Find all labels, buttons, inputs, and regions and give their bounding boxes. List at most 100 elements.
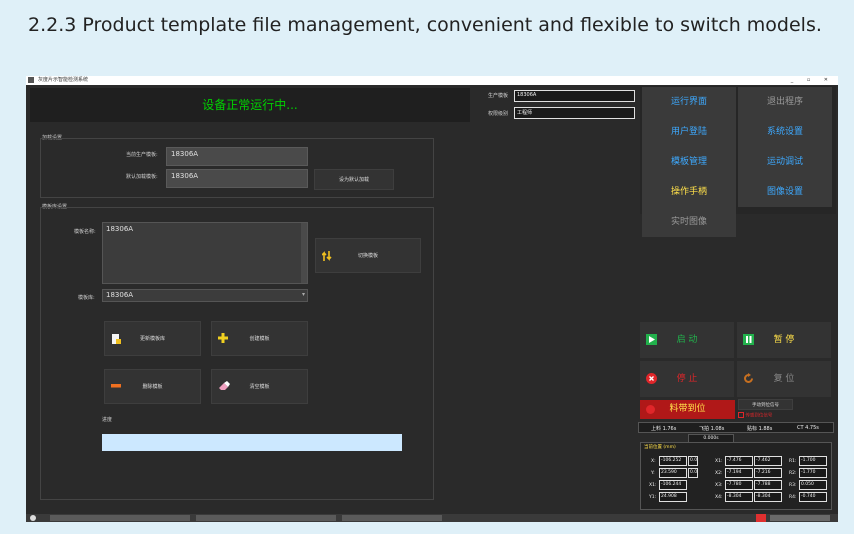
title-bar: 灰度片示智能检测系统 _ ▫ ✕ [26,76,838,85]
page-caption: 2.2.3 Product template file management, … [28,14,822,36]
pos-row2-v1: 23.590 [659,468,687,478]
eraser-icon [219,381,230,390]
status-banner: 设备正常运行中... [30,88,470,122]
pos-row4-v3: -8.304 [725,492,753,502]
stop-label: 停 止 [676,374,698,384]
red-dot-icon [646,405,655,414]
default-model-label: 默认加载模板: [126,174,158,180]
pos-row2-v3: -7.194 [725,468,753,478]
stat-feed: 上料 1.76s [651,426,677,432]
pos-row1-v5: -1.700 [799,456,827,466]
template-mgmt-button[interactable]: 模板管理 [642,147,736,177]
delete-template-label: 删除模板 [142,384,163,390]
play-icon [646,334,657,345]
switch-template-label: 切换模板 [357,253,378,259]
pos-row4-label2: X4: [715,495,723,500]
current-model-field[interactable]: 18306A [166,147,308,166]
clear-template-button[interactable]: 清空模板 [211,369,308,404]
sensor-signal-label: 传感到位信号 [745,413,773,419]
default-model-field[interactable]: 18306A [166,169,308,188]
pos-row1-v1: -106.252 [659,456,687,466]
switch-template-button[interactable]: 切换模板 [315,238,421,273]
pos-row2-v2: 0.0 [688,468,698,478]
pos-row3-label2: X3: [715,483,723,488]
progress-bar [102,434,402,451]
library-select-value: 18306A [106,291,134,299]
stat-ct: CT 4.75s [797,425,819,431]
taskbar-app[interactable] [342,515,442,521]
image-settings-button[interactable]: 图像设置 [738,177,832,207]
window-controls[interactable]: _ ▫ ✕ [791,76,834,85]
stats-row: 上料 1.76s 飞拍 1.08s 贴标 1.88s CT 4.75s [638,422,834,433]
library-select[interactable]: 18306A ▾ [102,289,308,302]
pause-button[interactable]: 暂 停 [737,322,831,358]
position-panel: 当前位置 (mm) X: -106.252 0.0 X1: -7.476 -7.… [640,442,832,510]
handheld-button[interactable]: 操作手柄 [642,177,736,207]
update-library-button[interactable]: 更新模板库 [104,321,201,356]
motion-debug-button[interactable]: 运动调试 [738,147,832,177]
realtime-image-button[interactable]: 实时图像 [642,207,736,237]
delete-template-button[interactable]: 删除模板 [104,369,201,404]
pos-row3-v5: 0.050 [799,480,827,490]
template-name-textarea[interactable]: 18306A [102,222,308,284]
pos-row4-label: Y1: [649,495,657,500]
library-label: 模板库: [78,295,95,301]
checkbox-icon [738,412,744,418]
pos-row1-v2: 0.0 [688,456,698,466]
run-ui-button[interactable]: 运行界面 [642,87,736,117]
pos-row1-label: X: [651,459,656,464]
user-login-button[interactable]: 用户登陆 [642,117,736,147]
pos-row1-v3: -7.476 [725,456,753,466]
pos-row3-label: X1: [649,483,657,488]
manual-signal-button[interactable]: 手动到位信号 [738,399,793,410]
pos-row4-v1: 24.908 [659,492,687,502]
swap-arrows-icon [322,251,332,261]
document-icon [112,334,121,344]
tray-icon[interactable] [756,514,766,522]
set-default-button[interactable]: 设为默认加载 [314,169,394,190]
production-model-field[interactable]: 18306A [514,90,635,102]
pos-row2-v4: -7.216 [754,468,782,478]
exit-button[interactable]: 退出程序 [738,87,832,117]
app-icon [28,77,34,83]
taskbar-app[interactable] [196,515,336,521]
pos-row3-label3: R3: [789,483,797,488]
pos-row2-label2: X2: [715,471,723,476]
pos-row1-label2: X1: [715,459,723,464]
template-name-value: 18306A [106,225,134,233]
chevron-down-icon: ▾ [301,291,305,298]
belt-ready-indicator: 料带到位 [640,400,735,419]
pos-row4-v4: -8.304 [754,492,782,502]
window-title: 灰度片示智能检测系统 [38,77,89,83]
pos-row2-v5: -1.770 [799,468,827,478]
pos-row1-label3: R1: [789,459,797,464]
permission-field[interactable]: 工程师 [514,107,635,119]
taskbar-app[interactable] [50,515,190,521]
reset-label: 复 位 [773,374,795,384]
update-library-label: 更新模板库 [139,336,165,342]
start-menu-icon[interactable] [30,515,36,521]
reset-button[interactable]: 复 位 [737,361,831,397]
belt-ready-label: 料带到位 [669,404,706,414]
permission-label: 权限级别 [488,111,509,117]
plus-icon [218,333,228,343]
stop-button[interactable]: 停 止 [640,361,734,397]
production-model-label: 生产模板 [488,93,509,99]
pos-row4-v5: -0.740 [799,492,827,502]
app-window: 灰度片示智能检测系统 _ ▫ ✕ 设备正常运行中... 生产模板 18306A … [26,76,838,522]
pos-row2-label: Y: [651,471,655,476]
textarea-scrollbar[interactable] [301,223,307,283]
stat-paste: 贴标 1.88s [747,426,773,432]
pos-row3-v3: -7.780 [725,480,753,490]
create-template-button[interactable]: 创建模板 [211,321,308,356]
sensor-signal-checkbox[interactable]: 传感到位信号 [738,412,772,419]
start-button[interactable]: 启 动 [640,322,734,358]
pos-row3-v1: -106.244 [659,480,687,490]
create-template-label: 创建模板 [249,336,270,342]
system-tray[interactable] [770,515,830,521]
position-title: 当前位置 (mm) [644,445,676,450]
pos-row1-v4: -7.462 [754,456,782,466]
pos-row3-v4: -7.788 [754,480,782,490]
start-label: 启 动 [676,335,698,345]
system-settings-button[interactable]: 系统设置 [738,117,832,147]
